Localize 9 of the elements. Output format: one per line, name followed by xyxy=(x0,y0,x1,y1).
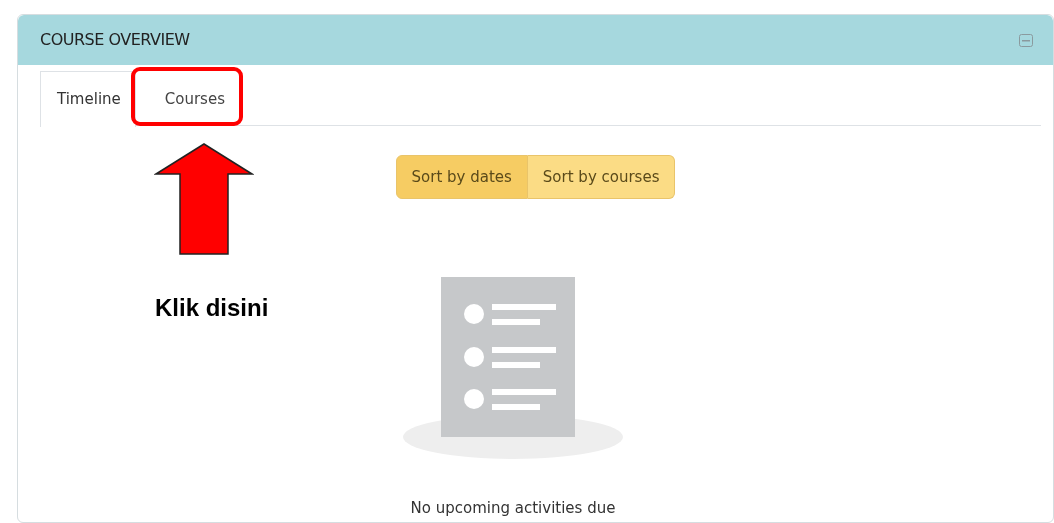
sort-button[interactable]: Sort by dates xyxy=(395,155,528,199)
panel-title: COURSE OVERVIEW xyxy=(40,29,190,51)
tab[interactable]: Courses xyxy=(147,71,240,126)
annotation-text: Klik disini xyxy=(155,293,269,323)
collapse-icon[interactable] xyxy=(1019,33,1033,47)
arrow-icon xyxy=(154,142,254,256)
sort-button[interactable]: Sort by courses xyxy=(527,155,676,199)
tab[interactable]: Timeline xyxy=(40,71,136,127)
empty-message: No upcoming activities due xyxy=(410,498,616,519)
